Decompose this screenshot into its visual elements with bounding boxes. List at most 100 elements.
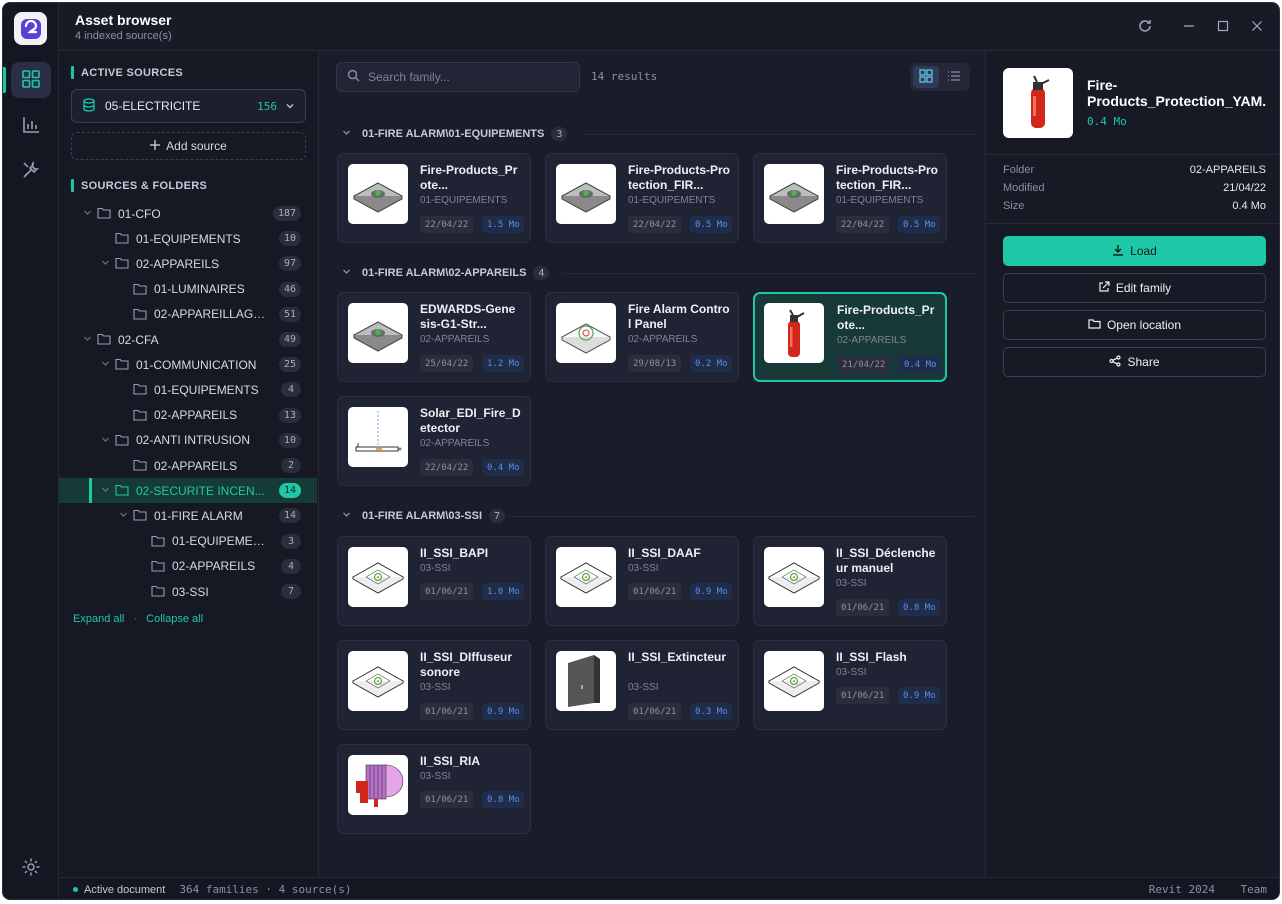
folder-icon: [97, 333, 111, 345]
folder-icon: [151, 560, 165, 572]
family-date: 01/06/21: [420, 583, 474, 600]
family-card[interactable]: II_SSI_BAPI 03-SSI 01/06/21 1.0 Mo: [337, 536, 531, 626]
share-button[interactable]: Share: [1003, 347, 1266, 377]
family-folder: 03-SSI: [420, 563, 451, 574]
app-title: Asset browser: [75, 12, 172, 28]
tree-item-label: 01-LUMINAIRES: [154, 282, 245, 297]
status-bar: Active document 364 families · 4 source(…: [59, 877, 1279, 899]
search-input[interactable]: [368, 70, 568, 84]
family-size: 1.2 Mo: [482, 355, 524, 372]
tree-item-count: 2: [281, 458, 301, 473]
family-card[interactable]: II_SSI_Extincteur 03-SSI 01/06/21 0.3 Mo: [545, 640, 739, 730]
folder-icon: [1088, 318, 1101, 333]
chevron-down-icon[interactable]: [83, 334, 93, 344]
tree-item[interactable]: 02-ANTI INTRUSION 10: [59, 428, 317, 453]
nav-tools-button[interactable]: [11, 153, 51, 189]
chevron-down-icon[interactable]: [101, 359, 111, 369]
add-source-button[interactable]: Add source: [71, 132, 306, 160]
tree-item[interactable]: 02-APPAREILS 2: [59, 453, 317, 478]
tree-item-label: 02-APPAREILS: [172, 559, 256, 574]
tree-item[interactable]: 01-FIRE ALARM 14: [59, 503, 317, 528]
chevron-down-icon[interactable]: [119, 510, 129, 520]
refresh-button[interactable]: [1135, 17, 1155, 37]
nav-stats-button[interactable]: [11, 108, 51, 144]
tree-item[interactable]: 02-APPAREILS 97: [59, 251, 317, 276]
extinguisher-icon: [764, 309, 824, 363]
search-box[interactable]: [336, 62, 580, 92]
tree-item[interactable]: 02-APPAREILS 13: [59, 403, 317, 428]
tree-item[interactable]: 02-APPAREILLAGES 51: [59, 302, 317, 327]
tree-item[interactable]: 02-APPAREILS 4: [59, 554, 317, 579]
rail-active-indicator: [3, 67, 6, 93]
family-card[interactable]: Fire-Products-Protection_FIR... 01-EQUIPE…: [753, 153, 947, 243]
family-name: II_SSI_Flash: [836, 650, 907, 664]
family-card[interactable]: Fire-Products_Prote... 01-EQUIPEMENTS 22/0…: [337, 153, 531, 243]
tree-item[interactable]: 03-SSI 7: [59, 579, 317, 604]
group-header[interactable]: 01-FIRE ALARM\03-SSI 7: [342, 507, 506, 525]
tree-item[interactable]: 01-CFO 187: [59, 201, 317, 226]
tree-item-label: 01-EQUIPEMENTS: [136, 231, 241, 246]
minimize-button[interactable]: [1179, 17, 1199, 37]
family-card[interactable]: Fire-Products-Protection_FIR... 01-EQUIPE…: [545, 153, 739, 243]
family-card[interactable]: EDWARDS-Genesis-G1-Str... 02-APPAREILS 25/…: [337, 292, 531, 382]
grid-view-button[interactable]: [913, 66, 939, 88]
add-source-label: Add source: [166, 139, 227, 153]
link-separator: ·: [133, 613, 138, 625]
source-select[interactable]: 05-ELECTRICITE 156: [71, 89, 306, 123]
device-plate-icon: [556, 182, 616, 224]
family-card[interactable]: Fire-Products_Prote... 02-APPAREILS 21/04/…: [753, 292, 947, 382]
group-header[interactable]: 01-FIRE ALARM\01-EQUIPEMENTS 3: [342, 125, 568, 143]
chevron-down-icon[interactable]: [101, 258, 111, 268]
close-button[interactable]: [1247, 17, 1267, 37]
maximize-button[interactable]: [1213, 17, 1233, 37]
load-button[interactable]: Load: [1003, 236, 1266, 266]
family-name: Fire Alarm Control Panel: [628, 302, 730, 331]
nav-browser-button[interactable]: [11, 62, 51, 98]
tree-item[interactable]: 01-COMMUNICATION 25: [59, 352, 317, 377]
tree-item-count: 51: [278, 306, 301, 322]
edit-family-button[interactable]: Edit family: [1003, 273, 1266, 303]
chevron-down-icon[interactable]: [83, 208, 93, 218]
tree-item[interactable]: 01-LUMINAIRES 46: [59, 277, 317, 302]
family-card[interactable]: II_SSI_Déclencheur manuel 03-SSI 01/06/21 0…: [753, 536, 947, 626]
folder-icon: [115, 484, 129, 496]
group-header[interactable]: 01-FIRE ALARM\02-APPAREILS 4: [342, 264, 550, 282]
chevron-down-icon[interactable]: [101, 435, 111, 445]
list-icon: [947, 69, 961, 86]
family-card[interactable]: II_SSI_DAAF 03-SSI 01/06/21 0.9 Mo: [545, 536, 739, 626]
status-dot-icon: [73, 887, 78, 892]
family-card[interactable]: II_SSI_DIffuseur sonore 03-SSI 01/06/21 0.9…: [337, 640, 531, 730]
family-folder: 02-APPAREILS: [420, 334, 490, 345]
expand-all-link[interactable]: Expand all: [73, 613, 124, 625]
tree-item-count: 25: [278, 357, 301, 373]
status-summary: 364 families · 4 source(s): [179, 883, 352, 896]
open-location-button[interactable]: Open location: [1003, 310, 1266, 340]
family-thumbnail: [556, 547, 616, 607]
divider: [986, 223, 1279, 224]
folder-icon: [133, 509, 147, 521]
tree-item[interactable]: 02-SECURITE INCEN... 14: [59, 478, 317, 504]
family-card[interactable]: II_SSI_Flash 03-SSI 01/06/21 0.9 Mo: [753, 640, 947, 730]
property-key: Modified: [1003, 182, 1045, 194]
family-name: EDWARDS-Genesis-G1-Str...: [420, 302, 516, 331]
family-name: II_SSI_BAPI: [420, 546, 489, 560]
family-folder: 03-SSI: [628, 682, 659, 693]
tree-item-label: 01-CFO: [118, 206, 161, 221]
settings-button[interactable]: [11, 850, 51, 886]
tree-item-label: 02-APPAREILS: [136, 256, 220, 271]
tree-item[interactable]: 01-EQUIPEMENTS 10: [59, 226, 317, 251]
list-view-button[interactable]: [941, 66, 967, 88]
folder-icon: [115, 232, 129, 244]
tree-item[interactable]: 01-EQUIPEMEN... 3: [59, 529, 317, 554]
minimize-icon: [1183, 20, 1195, 35]
collapse-all-link[interactable]: Collapse all: [146, 613, 203, 625]
family-card[interactable]: II_SSI_RIA 03-SSI 01/06/21 0.8 Mo: [337, 744, 531, 834]
group-divider: [563, 273, 975, 274]
folder-icon: [151, 585, 165, 597]
tree-item[interactable]: 01-EQUIPEMENTS 4: [59, 377, 317, 402]
chevron-down-icon[interactable]: [101, 485, 111, 495]
family-date: 21/04/22: [837, 356, 891, 373]
family-card[interactable]: Fire Alarm Control Panel 02-APPAREILS 29/0…: [545, 292, 739, 382]
tree-item[interactable]: 02-CFA 49: [59, 327, 317, 352]
family-card[interactable]: Solar_EDI_Fire_Detector 02-APPAREILS 22/04…: [337, 396, 531, 486]
